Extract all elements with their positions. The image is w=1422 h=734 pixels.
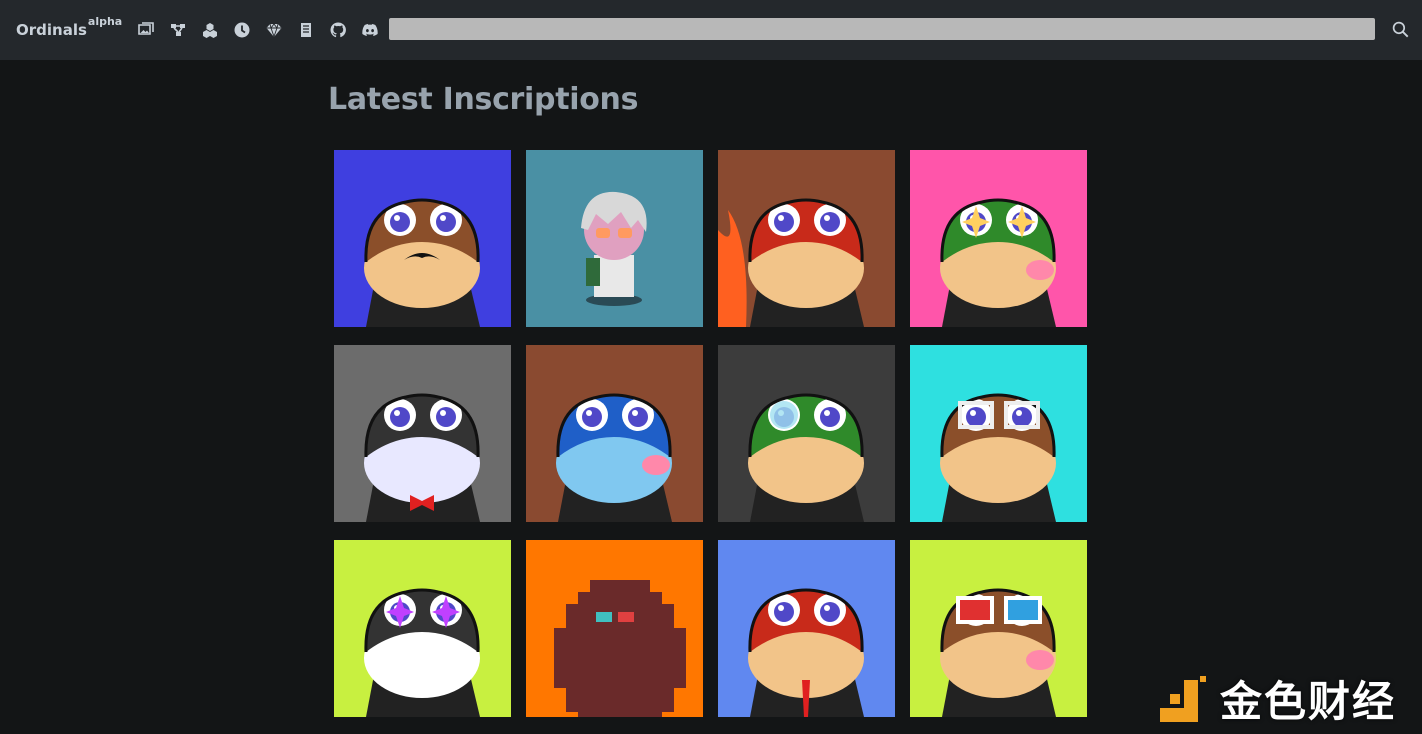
gallery-icon[interactable] — [130, 15, 162, 45]
clock-icon[interactable] — [226, 15, 258, 45]
brand-name: Ordinals — [16, 21, 87, 39]
inscription-image — [526, 150, 703, 327]
inscriptions-grid — [334, 150, 1087, 717]
inscription-tile[interactable] — [526, 540, 703, 717]
diamond-icon[interactable] — [258, 15, 290, 45]
inscription-tile[interactable] — [718, 345, 895, 522]
inscription-image — [334, 345, 511, 522]
top-nav-bar: Ordinals alpha — [0, 0, 1422, 60]
inscription-image — [910, 540, 1087, 717]
brand-link[interactable]: Ordinals alpha — [16, 15, 122, 39]
inscription-image — [526, 540, 703, 717]
inscription-tile[interactable] — [910, 345, 1087, 522]
main-content: Latest Inscriptions — [328, 60, 1108, 117]
inscription-image — [718, 150, 895, 327]
brand-superscript: alpha — [87, 15, 123, 28]
inscription-tile[interactable] — [718, 540, 895, 717]
inscription-image — [334, 150, 511, 327]
inscription-tile[interactable] — [910, 150, 1087, 327]
magnifier-icon — [1392, 21, 1408, 37]
nodes-icon[interactable] — [162, 15, 194, 45]
inscription-image — [910, 150, 1087, 327]
inscription-tile[interactable] — [526, 345, 703, 522]
search-button[interactable] — [1388, 17, 1412, 41]
inscription-tile[interactable] — [334, 345, 511, 522]
inscription-tile[interactable] — [526, 150, 703, 327]
inscription-tile[interactable] — [334, 540, 511, 717]
search-input[interactable] — [389, 18, 1375, 40]
inscription-image — [718, 540, 895, 717]
watermark: 金色财经 — [1158, 668, 1396, 729]
inscription-tile[interactable] — [334, 150, 511, 327]
inscription-tile[interactable] — [910, 540, 1087, 717]
blocks-icon[interactable] — [194, 15, 226, 45]
inscription-image — [334, 540, 511, 717]
watermark-logo-icon — [1160, 675, 1206, 722]
github-icon[interactable] — [322, 15, 354, 45]
inscription-image — [910, 345, 1087, 522]
discord-icon[interactable] — [354, 15, 386, 45]
inscription-tile[interactable] — [718, 150, 895, 327]
page-title: Latest Inscriptions — [328, 82, 639, 117]
inscription-image — [718, 345, 895, 522]
book-icon[interactable] — [290, 15, 322, 45]
watermark-text: 金色财经 — [1220, 677, 1397, 726]
inscription-image — [526, 345, 703, 522]
